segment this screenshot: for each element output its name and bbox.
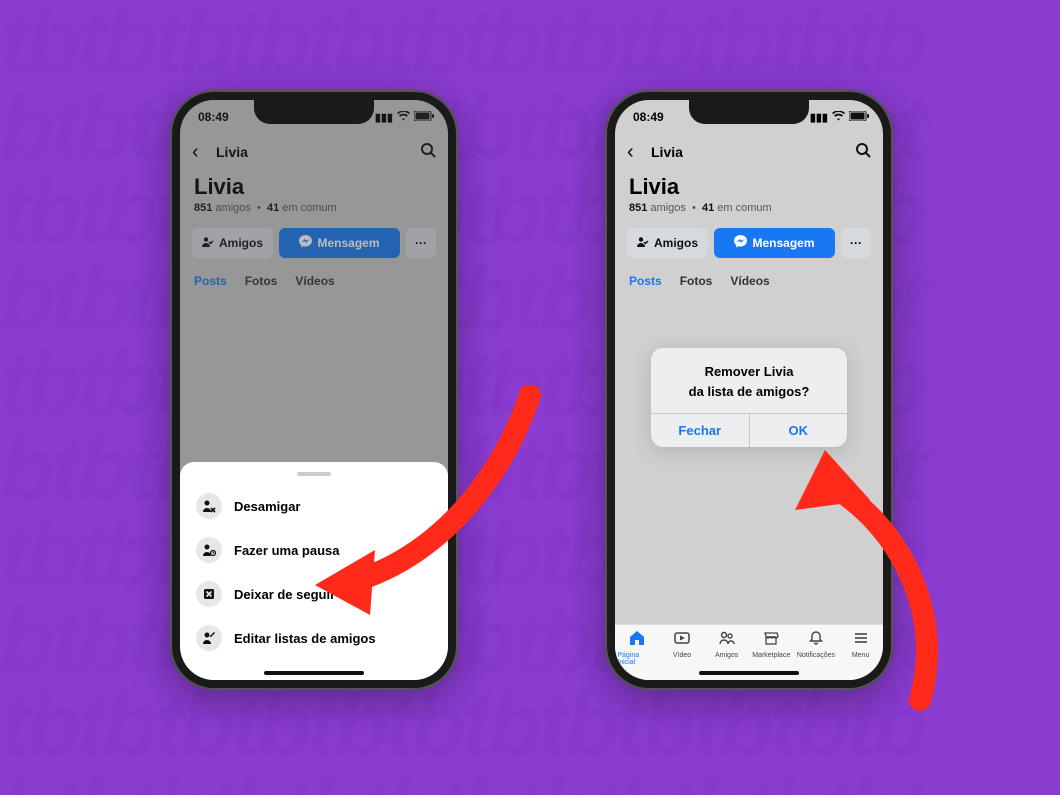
profile-friends-line: 851 amigos • 41 em comum	[629, 202, 869, 214]
video-icon	[674, 630, 690, 650]
nav-marketplace[interactable]: Marketplace	[751, 630, 791, 659]
home-indicator[interactable]	[699, 671, 799, 675]
sheet-item-label: Deixar de seguir	[234, 587, 335, 602]
more-button[interactable]: ···	[841, 228, 871, 258]
wifi-icon	[832, 111, 845, 124]
status-time: 08:49	[633, 110, 664, 124]
phone-mockup-left: 08:49 ▮▮▮ ‹ Livia L	[170, 90, 458, 690]
battery-icon	[849, 111, 869, 124]
ellipsis-icon: ···	[850, 236, 862, 250]
alert-line2: da lista de amigos?	[661, 382, 837, 402]
nav-friends[interactable]: Amigos	[707, 630, 747, 659]
tab-posts[interactable]: Posts	[629, 274, 662, 288]
signal-icon: ▮▮▮	[810, 111, 828, 124]
person-check-icon	[637, 236, 649, 251]
home-icon	[629, 630, 645, 650]
nav-notifications[interactable]: Notificações	[796, 630, 836, 659]
nav-bar: ‹ Livia	[615, 134, 883, 170]
phone-mockup-right: 08:49 ▮▮▮ ‹ Livia L	[605, 90, 893, 690]
bell-icon	[808, 630, 824, 650]
alert-ok-button[interactable]: OK	[749, 414, 848, 447]
message-button[interactable]: Mensagem	[714, 228, 835, 258]
sheet-item-label: Desamigar	[234, 499, 300, 514]
home-indicator[interactable]	[264, 671, 364, 675]
confirm-dialog: Remover Livia da lista de amigos? Fechar…	[651, 348, 847, 447]
sheet-item-edit-lists[interactable]: Editar listas de amigos	[194, 616, 434, 660]
friends-icon	[719, 630, 735, 650]
marketplace-icon	[763, 630, 779, 650]
messenger-icon	[734, 235, 747, 251]
edit-lists-icon	[196, 625, 222, 651]
unfriend-icon	[196, 493, 222, 519]
nav-title: Livia	[651, 144, 683, 160]
snooze-icon	[196, 537, 222, 563]
alert-line1: Remover Livia	[661, 362, 837, 382]
profile-name: Livia	[629, 174, 869, 200]
search-icon[interactable]	[855, 142, 871, 163]
sheet-item-unfollow[interactable]: Deixar de seguir	[194, 572, 434, 616]
friends-button[interactable]: Amigos	[627, 228, 708, 258]
sheet-grabber[interactable]	[297, 472, 331, 476]
nav-video[interactable]: Vídeo	[662, 630, 702, 659]
sheet-item-label: Fazer uma pausa	[234, 543, 340, 558]
back-icon[interactable]: ‹	[627, 141, 634, 164]
tabs: Posts Fotos Vídeos	[615, 268, 883, 294]
tab-videos[interactable]: Vídeos	[730, 274, 769, 288]
alert-close-button[interactable]: Fechar	[651, 414, 749, 447]
action-sheet: Desamigar Fazer uma pausa Deixar de segu…	[180, 462, 448, 680]
nav-menu[interactable]: Menu	[841, 630, 881, 659]
phone-notch	[254, 100, 374, 124]
sheet-item-unfriend[interactable]: Desamigar	[194, 484, 434, 528]
sheet-item-label: Editar listas de amigos	[234, 631, 376, 646]
tab-photos[interactable]: Fotos	[680, 274, 713, 288]
nav-home[interactable]: Página Inicial	[617, 630, 657, 666]
phone-notch	[689, 100, 809, 124]
sheet-item-snooze[interactable]: Fazer uma pausa	[194, 528, 434, 572]
unfollow-icon	[196, 581, 222, 607]
menu-icon	[853, 630, 869, 650]
